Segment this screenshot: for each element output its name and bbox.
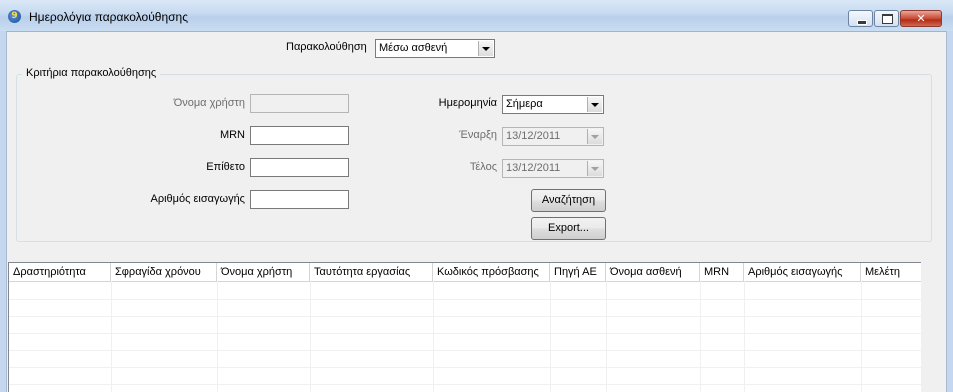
grid-row-line xyxy=(9,384,921,385)
audit-log-window: 9 Ημερολόγια παρακολούθησης ✕ Παρακολούθ… xyxy=(0,0,953,392)
column-header-ae-source[interactable]: Πηγή ΑΕ xyxy=(550,263,606,281)
export-button[interactable]: Export... xyxy=(531,217,606,240)
app-icon: 9 xyxy=(8,10,21,23)
column-header-mrn[interactable]: MRN xyxy=(700,263,744,281)
grid-row-line xyxy=(9,316,921,317)
close-icon: ✕ xyxy=(916,12,926,25)
chevron-down-icon xyxy=(587,129,602,144)
grid-column-line xyxy=(111,281,112,392)
column-header-study[interactable]: Μελέτη xyxy=(861,263,921,281)
tracking-label: Παρακολούθηση xyxy=(286,41,367,53)
search-button[interactable]: Αναζήτηση xyxy=(531,189,606,212)
audit-results-grid[interactable]: Δραστηριότητα Σφραγίδα χρόνου Όνομα χρήσ… xyxy=(8,262,921,392)
username-label: Όνομα χρήστη xyxy=(173,97,245,109)
grid-right-gutter xyxy=(921,262,946,392)
tracking-dropdown[interactable]: Μέσω ασθενή xyxy=(375,39,495,58)
column-header-activity[interactable]: Δραστηριότητα xyxy=(9,263,111,281)
window-frame-right xyxy=(946,31,953,392)
chevron-down-icon[interactable] xyxy=(587,97,602,112)
mrn-label: MRN xyxy=(219,129,245,141)
end-date-value: 13/12/2011 xyxy=(506,162,561,174)
start-date-label: Έναρξη xyxy=(459,129,497,141)
column-header-username[interactable]: Όνομα χρήστη xyxy=(217,263,310,281)
end-date-label: Τέλος xyxy=(469,161,497,173)
title-bar[interactable]: 9 Ημερολόγια παρακολούθησης ✕ xyxy=(0,0,953,32)
grid-header: Δραστηριότητα Σφραγίδα χρόνου Όνομα χρήσ… xyxy=(9,263,921,282)
grid-column-line xyxy=(433,281,434,392)
maximize-button[interactable] xyxy=(874,10,899,27)
grid-row-line xyxy=(9,350,921,351)
column-header-admission-number[interactable]: Αριθμός εισαγωγής xyxy=(744,263,861,281)
grid-column-line xyxy=(606,281,607,392)
date-range-value: Σήμερα xyxy=(506,98,543,110)
grid-column-line xyxy=(744,281,745,392)
grid-column-line xyxy=(861,281,862,392)
mrn-field[interactable] xyxy=(250,126,349,145)
grid-column-line xyxy=(310,281,311,392)
column-header-access-code[interactable]: Κωδικός πρόσβασης xyxy=(433,263,550,281)
grid-column-line xyxy=(700,281,701,392)
window-frame-left xyxy=(0,31,7,392)
minimize-button[interactable] xyxy=(848,10,873,27)
grid-row-line xyxy=(9,367,921,368)
column-header-timestamp[interactable]: Σφραγίδα χρόνου xyxy=(111,263,217,281)
criteria-group-title: Κριτήρια παρακολούθησης xyxy=(22,67,161,79)
grid-row-line xyxy=(9,299,921,300)
chevron-down-icon xyxy=(587,161,602,176)
close-button[interactable]: ✕ xyxy=(900,10,942,27)
grid-column-line xyxy=(217,281,218,392)
start-date-value: 13/12/2011 xyxy=(506,130,561,142)
grid-column-line xyxy=(550,281,551,392)
end-date-picker: 13/12/2011 xyxy=(502,159,604,178)
column-header-patient-name[interactable]: Όνομα ασθενή xyxy=(606,263,700,281)
window-title: Ημερολόγια παρακολούθησης xyxy=(29,10,189,24)
surname-field[interactable] xyxy=(250,158,349,177)
minimize-icon xyxy=(857,20,867,25)
column-header-task-id[interactable]: Ταυτότητα εργασίας xyxy=(310,263,433,281)
username-field xyxy=(250,94,349,113)
admission-number-field[interactable] xyxy=(250,190,349,209)
chevron-down-icon[interactable] xyxy=(478,41,493,56)
start-date-picker: 13/12/2011 xyxy=(502,127,604,146)
date-label: Ημερομηνία xyxy=(438,97,497,109)
surname-label: Επίθετο xyxy=(206,161,245,173)
tracking-value: Μέσω ασθενή xyxy=(379,42,448,54)
grid-row-line xyxy=(9,333,921,334)
admission-number-label: Αριθμός εισαγωγής xyxy=(150,193,245,205)
date-range-dropdown[interactable]: Σήμερα xyxy=(502,95,604,114)
maximize-icon xyxy=(882,14,893,24)
